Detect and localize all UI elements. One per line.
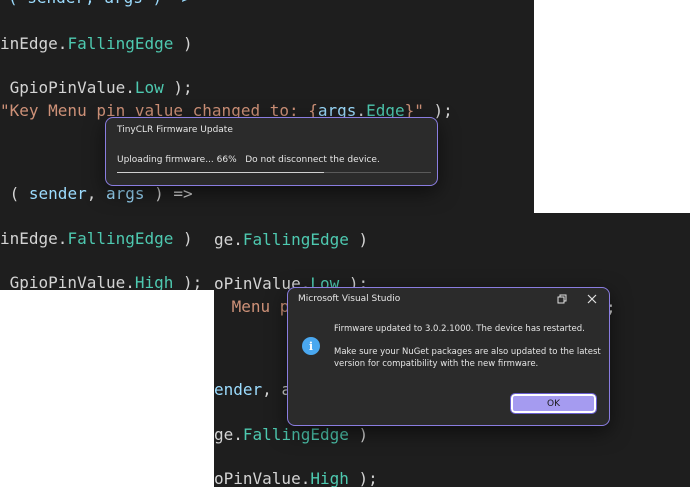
code-token: ) => (144, 184, 193, 203)
code-token: Low (134, 78, 164, 97)
code-line: ge.FallingEdge ) (214, 230, 368, 250)
code-line: GpioPinValue.Low ); (0, 78, 193, 98)
code-token: args (105, 184, 145, 203)
code-token: inEdge. (0, 229, 68, 248)
code-token: ( sender, args ) => (8, 0, 191, 7)
progress-dialog-title: TinyCLR Firmware Update (117, 125, 233, 135)
message-dialog-title: Microsoft Visual Studio (298, 294, 401, 304)
code-token: ) (348, 425, 369, 444)
code-token: inEdge. (0, 34, 68, 53)
code-token: FallingEdge (242, 230, 349, 249)
code-token: ender (214, 380, 263, 399)
code-token: ge. (214, 230, 243, 249)
code-token: GpioPinValue. (0, 273, 135, 290)
code-token: sender (28, 184, 87, 203)
code-token: oPinValue. (214, 469, 311, 487)
message-line-2: Make sure your NuGet packages are also u… (334, 347, 601, 369)
code-line: inEdge.FallingEdge ) (0, 34, 193, 54)
close-icon (587, 294, 597, 304)
code-line: GpioPinValue.High ); (0, 273, 203, 290)
progress-bar-fill (117, 172, 325, 173)
code-token: FallingEdge (242, 425, 349, 444)
code-token: ); (173, 273, 203, 290)
message-dialog: Microsoft Visual Studio i Firmware updat… (287, 287, 610, 426)
progress-bar (117, 172, 431, 173)
close-button[interactable] (581, 290, 603, 308)
code-line: ( sender, args ) => (0, 184, 193, 204)
code-token: ); (163, 78, 193, 97)
code-token: High (310, 469, 349, 487)
code-line: inEdge.FallingEdge ) (0, 229, 193, 249)
code-line: ( sender, args ) => (8, 0, 191, 8)
code-token: ) (173, 229, 193, 248)
code-token: , (86, 184, 106, 203)
code-token: GpioPinValue. (0, 78, 135, 97)
code-token: ); (348, 469, 378, 487)
firmware-progress-dialog: TinyCLR Firmware Update Uploading firmwa… (105, 117, 438, 186)
code-line: oPinValue.High ); (214, 469, 378, 487)
ok-button[interactable]: OK (510, 393, 597, 414)
message-line-1: Firmware updated to 3.0.2.1000. The devi… (334, 324, 585, 334)
restore-button[interactable] (551, 290, 573, 308)
code-token: FallingEdge (67, 34, 174, 53)
code-token: ) (348, 230, 369, 249)
code-token: ) (173, 34, 193, 53)
code-token: FallingEdge (67, 229, 174, 248)
code-line: ender, a (214, 380, 291, 400)
code-token: High (134, 273, 174, 290)
code-token: ( (0, 184, 29, 203)
progress-status-text: Uploading firmware... 66% Do not disconn… (117, 155, 380, 165)
code-line: ge.FallingEdge ) (214, 425, 368, 445)
restore-icon (557, 294, 567, 304)
info-icon: i (302, 337, 320, 355)
code-token: ge. (214, 425, 243, 444)
